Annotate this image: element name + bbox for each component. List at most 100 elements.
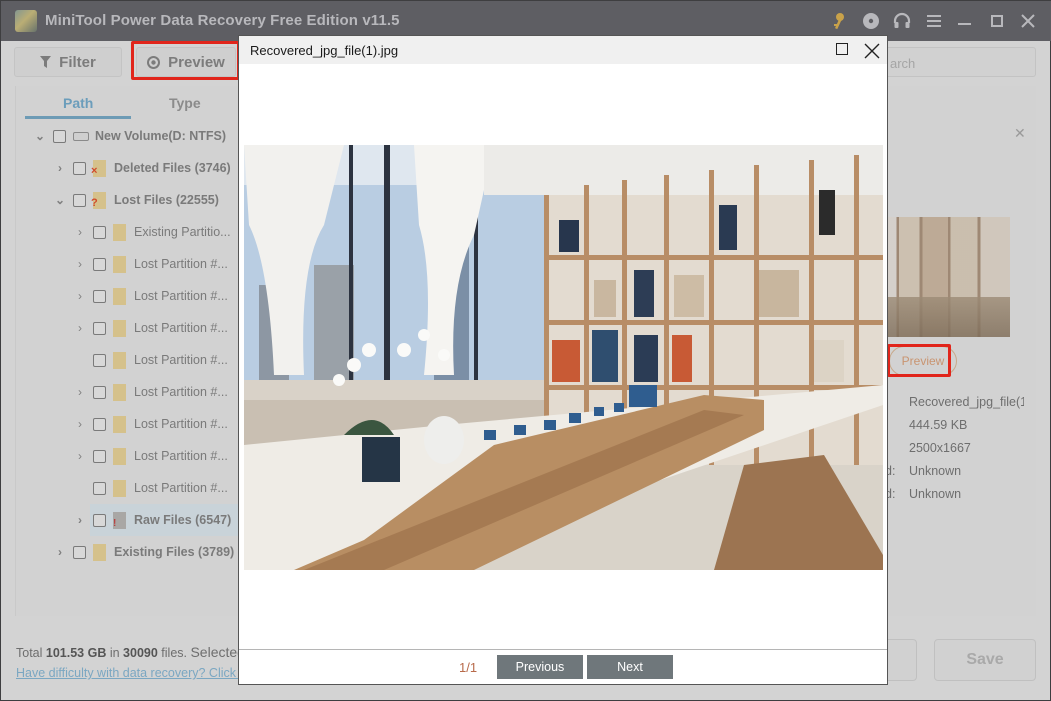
- checkbox[interactable]: [93, 513, 106, 527]
- tree-item-new-volume[interactable]: ⌄ New Volume(D: NTFS): [33, 124, 226, 148]
- tree-item-existing-files[interactable]: › Existing Files (3789): [53, 540, 234, 564]
- checkbox[interactable]: [93, 257, 106, 271]
- checkbox[interactable]: [93, 385, 106, 399]
- maximize-icon[interactable]: [985, 9, 1009, 33]
- chevron-right-icon[interactable]: ›: [73, 257, 87, 271]
- created-value: Unknown: [909, 464, 962, 478]
- status-prefix: Total: [16, 646, 46, 660]
- checkbox[interactable]: [53, 129, 66, 143]
- status-suffix: files.: [157, 646, 191, 660]
- checkbox[interactable]: [93, 321, 106, 335]
- folder-icon: [113, 319, 126, 337]
- tab-type[interactable]: Type: [169, 95, 201, 111]
- file-size-value: 444.59 KB: [909, 418, 968, 432]
- tree-item-lost-partition[interactable]: › Lost Partition #...: [73, 380, 228, 404]
- tree-item-lost-partition[interactable]: › Lost Partition #...: [73, 316, 228, 340]
- checkbox[interactable]: [93, 225, 106, 239]
- dialog-title: Recovered_jpg_file(1).jpg: [250, 43, 399, 58]
- checkbox[interactable]: [73, 161, 86, 175]
- folder-icon: [113, 479, 126, 497]
- tab-path[interactable]: Path: [63, 95, 93, 111]
- checkbox[interactable]: [93, 481, 106, 495]
- thumbnail-image-bottom: [881, 297, 1010, 337]
- key-icon[interactable]: [827, 9, 851, 33]
- disc-icon[interactable]: [859, 9, 883, 33]
- chevron-right-icon[interactable]: ›: [53, 545, 67, 559]
- folder-icon: [93, 543, 106, 561]
- checkbox[interactable]: [93, 289, 106, 303]
- tree-item-lost-partition[interactable]: › Lost Partition #...: [73, 444, 228, 468]
- active-tab-indicator: [25, 116, 131, 119]
- menu-icon[interactable]: [922, 9, 946, 33]
- chevron-right-icon[interactable]: ›: [73, 449, 87, 463]
- next-label: Next: [617, 660, 643, 674]
- tree-item-lost-partition[interactable]: › Lost Partition #...: [73, 284, 228, 308]
- tree-item-existing-partition[interactable]: › Existing Partitio...: [73, 220, 231, 244]
- maximize-icon[interactable]: [836, 43, 848, 55]
- tree-item-lost-files[interactable]: ⌄ ? Lost Files (22555): [53, 188, 219, 212]
- chevron-right-icon[interactable]: ›: [73, 385, 87, 399]
- save-label: Save: [966, 651, 1004, 668]
- tree-item-label: Lost Partition #...: [134, 353, 228, 367]
- folder-icon: [113, 351, 126, 369]
- app-logo-icon: [15, 10, 37, 32]
- close-icon[interactable]: [863, 38, 881, 64]
- chevron-down-icon[interactable]: ⌄: [33, 129, 47, 143]
- page-counter: 1/1: [459, 660, 478, 675]
- minimize-icon[interactable]: [953, 9, 977, 33]
- chevron-right-icon[interactable]: ›: [53, 161, 67, 175]
- tree-item-label: Lost Partition #...: [134, 481, 228, 495]
- tree-item-label: Existing Files (3789): [114, 545, 235, 559]
- chevron-right-icon[interactable]: ›: [73, 513, 87, 527]
- total-size: 101.53 GB: [45, 646, 107, 660]
- tree-item-label: Raw Files (6547): [134, 513, 232, 527]
- checkbox[interactable]: [73, 545, 86, 559]
- dialog-footer-divider: [239, 649, 887, 650]
- chevron-right-icon[interactable]: ›: [73, 417, 87, 431]
- app-title: MiniTool Power Data Recovery Free Editio…: [45, 12, 400, 29]
- tree-item-label: Lost Partition #...: [134, 417, 228, 431]
- folder-icon: [113, 415, 126, 433]
- checkbox[interactable]: [73, 193, 86, 207]
- tree-item-raw-files[interactable]: › ! Raw Files (6547): [73, 508, 231, 532]
- panel-preview-highlight: [887, 344, 951, 377]
- checkbox[interactable]: [93, 449, 106, 463]
- checkbox[interactable]: [93, 417, 106, 431]
- tree-item-label: Existing Partitio...: [134, 225, 231, 239]
- chevron-down-icon[interactable]: ⌄: [53, 193, 67, 207]
- filter-icon: [40, 56, 52, 68]
- folder-icon: [113, 383, 126, 401]
- modified-value: Unknown: [909, 487, 962, 501]
- tree-item-lost-partition[interactable]: › Lost Partition #...: [73, 412, 228, 436]
- tree-item-label: Lost Files (22555): [114, 193, 219, 207]
- close-panel-icon[interactable]: ✕: [1014, 125, 1026, 142]
- tree-item-deleted-files[interactable]: › × Deleted Files (3746): [53, 156, 231, 180]
- save-button[interactable]: Save: [934, 639, 1036, 681]
- tree-item-lost-partition[interactable]: › Lost Partition #...: [73, 348, 228, 372]
- folder-icon: [113, 223, 126, 241]
- dimensions-value: 2500x1667: [909, 441, 971, 455]
- next-button[interactable]: Next: [587, 655, 673, 679]
- checkbox[interactable]: [93, 353, 106, 367]
- chevron-right-icon[interactable]: ›: [73, 225, 87, 239]
- chevron-right-icon[interactable]: ›: [73, 321, 87, 335]
- headphones-icon[interactable]: [890, 9, 914, 33]
- preview-image: [244, 145, 883, 570]
- tree-item-label: Lost Partition #...: [134, 321, 228, 335]
- filter-label: Filter: [59, 53, 96, 71]
- drive-icon: [73, 131, 89, 141]
- folder-icon: [113, 255, 126, 273]
- tree-item-lost-partition[interactable]: › Lost Partition #...: [73, 476, 228, 500]
- tree-item-lost-partition[interactable]: › Lost Partition #...: [73, 252, 228, 276]
- tree-item-label: New Volume(D: NTFS): [95, 129, 227, 143]
- tree-item-label: Lost Partition #...: [134, 289, 228, 303]
- previous-button[interactable]: Previous: [497, 655, 583, 679]
- status-mid: in: [106, 646, 124, 660]
- tree-item-label: Deleted Files (3746): [114, 161, 231, 175]
- status-summary: Total 101.53 GB in 30090 files. Selected: [16, 644, 245, 660]
- file-count: 30090: [123, 646, 158, 660]
- filter-button[interactable]: Filter: [14, 47, 122, 77]
- help-link[interactable]: Have difficulty with data recovery? Clic…: [16, 666, 265, 680]
- chevron-right-icon[interactable]: ›: [73, 289, 87, 303]
- close-icon[interactable]: [1016, 9, 1040, 33]
